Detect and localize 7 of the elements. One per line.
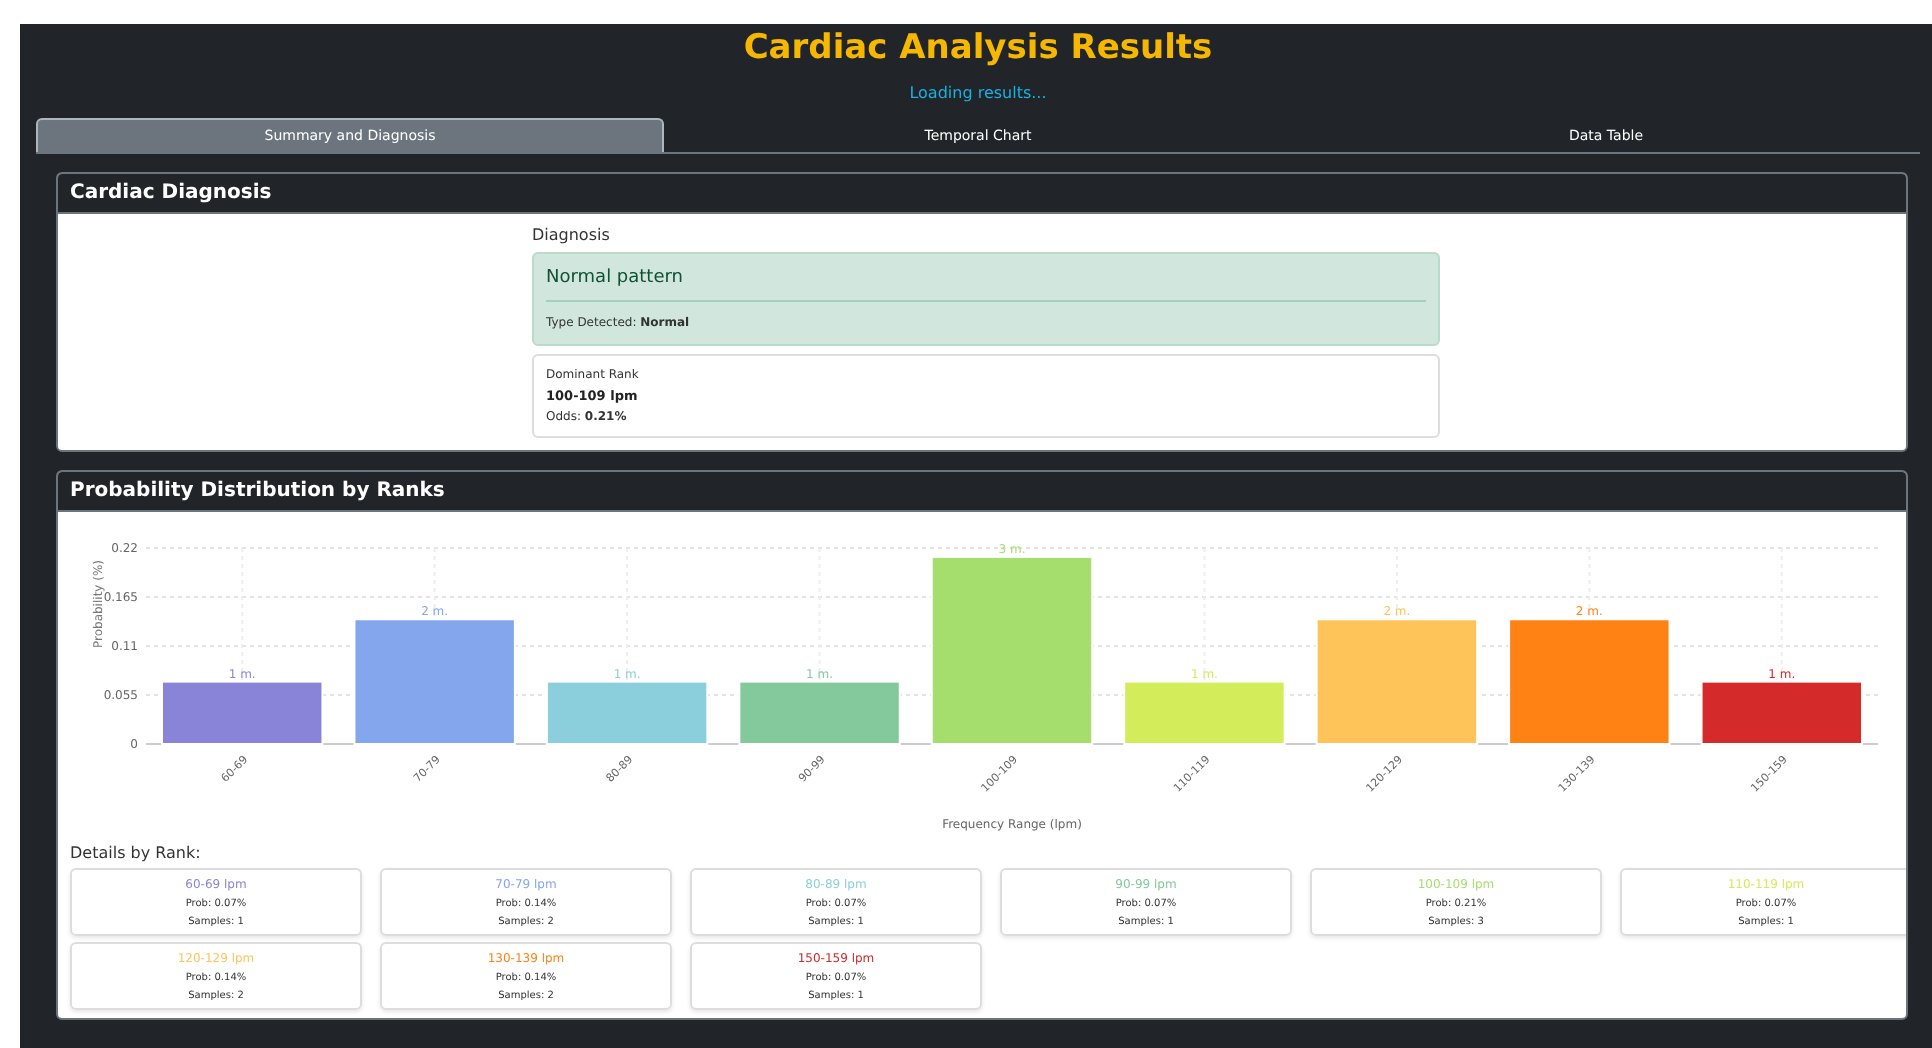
section-label: Diagnosis: [532, 226, 612, 244]
page-title: Cardiac Analysis Results: [741, 28, 1215, 68]
loading-status: Loading results...: [907, 84, 1049, 102]
details-title: Details by Rank:: [70, 844, 203, 862]
diagnosis-result: Normal pattern: [546, 268, 1426, 302]
card-header: Cardiac Diagnosis: [58, 174, 1906, 214]
card-header: Probability Distribution by Ranks: [58, 472, 1906, 512]
